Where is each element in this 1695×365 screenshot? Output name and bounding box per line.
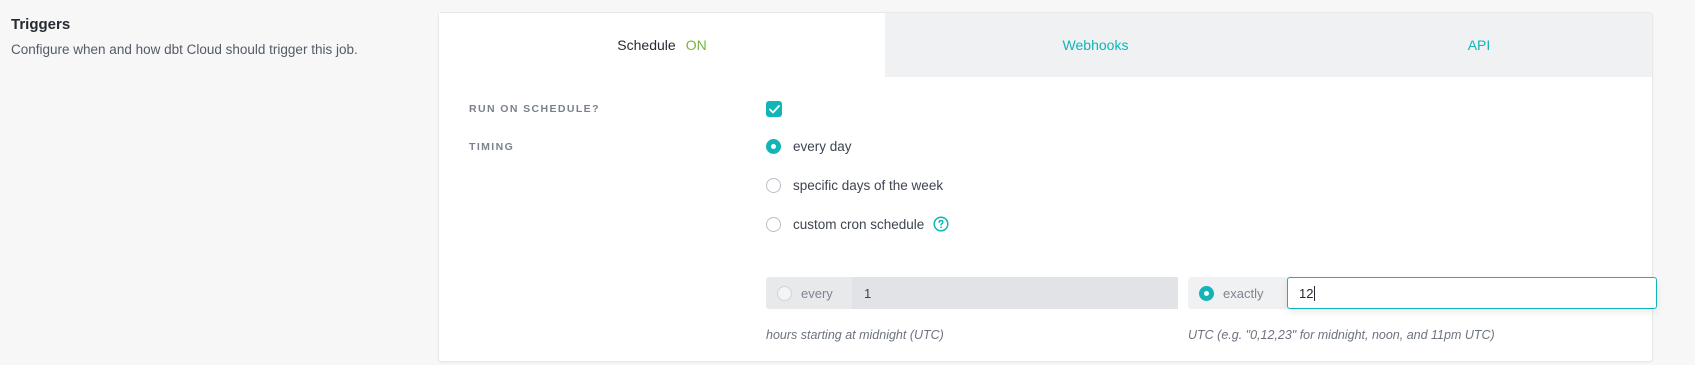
timing-option-every-day[interactable]: every day [766,136,852,156]
radio-specific-days[interactable] [766,177,781,193]
every-hours-group: every 1 [766,277,1178,309]
every-hours-input[interactable]: 1 [852,277,1178,309]
timing-option-label: specific days of the week [793,177,944,193]
tab-webhooks[interactable]: Webhooks [885,13,1306,77]
radio-every-day[interactable] [766,138,781,154]
tab-api-label: API [1467,37,1491,53]
section-description: Configure when and how dbt Cloud should … [11,42,358,57]
timing-option-label: custom cron schedule [793,216,925,232]
timing-label: TIMING [469,141,515,153]
run-on-schedule-checkbox[interactable] [766,101,782,117]
tab-schedule-label: Schedule [617,37,676,53]
triggers-card: Schedule ON Webhooks API RUN ON SCHEDULE… [438,12,1657,362]
tab-schedule[interactable]: Schedule ON [439,13,885,77]
exactly-label: exactly [1223,285,1264,301]
section-title: Triggers [11,16,71,33]
check-icon [768,104,780,113]
timing-option-custom-cron[interactable]: custom cron schedule [766,214,949,234]
text-cursor [1314,285,1316,301]
every-hint: hours starting at midnight (UTC) [766,328,944,342]
exactly-hours-input[interactable]: 12 [1287,277,1657,309]
trigger-tabs: Schedule ON Webhooks API [439,13,1652,77]
tab-api[interactable]: API [1306,13,1652,77]
every-label: every [801,285,833,301]
timing-option-specific-days[interactable]: specific days of the week [766,175,943,195]
radio-every[interactable] [777,285,792,301]
exactly-hours-value: 12 [1299,285,1314,301]
exactly-hint: UTC (e.g. "0,12,23" for midnight, noon, … [1188,328,1495,342]
radio-exactly[interactable] [1199,285,1214,301]
timing-option-label: every day [793,138,852,154]
exactly-option[interactable]: exactly [1188,277,1287,309]
run-on-schedule-label: RUN ON SCHEDULE? [469,103,600,115]
help-icon[interactable] [933,216,949,232]
radio-custom-cron[interactable] [766,216,781,232]
every-option[interactable]: every [766,277,852,309]
schedule-status-badge: ON [685,37,707,53]
tab-webhooks-label: Webhooks [1062,37,1129,53]
triggers-section-header: Triggers Configure when and how dbt Clou… [11,16,431,57]
exactly-hours-group: exactly 12 [1188,277,1657,309]
